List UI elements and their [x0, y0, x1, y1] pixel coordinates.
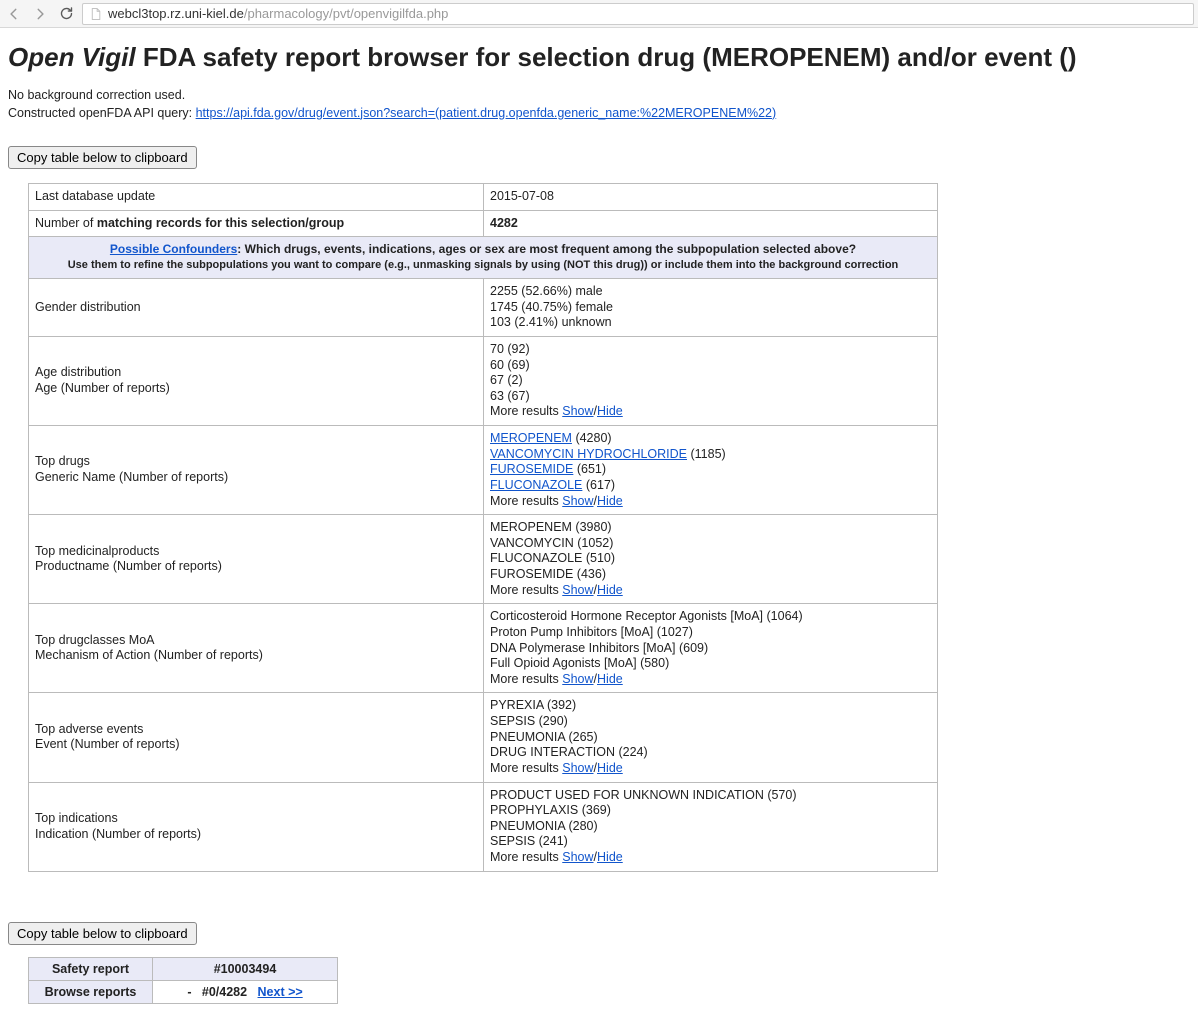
- topmed-hide-link[interactable]: Hide: [597, 583, 623, 597]
- forward-button[interactable]: [30, 4, 50, 24]
- events-label: Top adverse events Event (Number of repo…: [29, 693, 484, 782]
- moa-show-link[interactable]: Show: [562, 672, 593, 686]
- confounders-link[interactable]: Possible Confounders: [110, 242, 237, 256]
- age-show-link[interactable]: Show: [562, 404, 593, 418]
- moa-values: Corticosteroid Hormone Receptor Agonists…: [484, 604, 938, 693]
- row-matching: Number of matching records for this sele…: [29, 210, 938, 237]
- row-indications: Top indications Indication (Number of re…: [29, 782, 938, 871]
- gender-values: 2255 (52.66%) male 1745 (40.75%) female …: [484, 279, 938, 337]
- indications-label: Top indications Indication (Number of re…: [29, 782, 484, 871]
- last-update-label: Last database update: [29, 184, 484, 211]
- row-events: Top adverse events Event (Number of repo…: [29, 693, 938, 782]
- summary-table: Last database update 2015-07-08 Number o…: [28, 183, 938, 872]
- page-content: Open Vigil FDA safety report browser for…: [0, 28, 1198, 1024]
- browse-reports-label: Browse reports: [29, 980, 153, 1003]
- confounders-subtext: Use them to refine the subpopulations yo…: [68, 259, 899, 271]
- topdrugs-hide-link[interactable]: Hide: [597, 494, 623, 508]
- browse-reports-cell: - #0/4282 Next >>: [153, 980, 338, 1003]
- row-gender: Gender distribution 2255 (52.66%) male 1…: [29, 279, 938, 337]
- events-values: PYREXIA (392) SEPSIS (290) PNEUMONIA (26…: [484, 693, 938, 782]
- age-label: Age distribution Age (Number of reports): [29, 336, 484, 425]
- indications-values: PRODUCT USED FOR UNKNOWN INDICATION (570…: [484, 782, 938, 871]
- matching-label: Number of matching records for this sele…: [29, 210, 484, 237]
- browser-toolbar: webcl3top.rz.uni-kiel.de/pharmacology/pv…: [0, 0, 1198, 28]
- confounders-cell: Possible Confounders: Which drugs, event…: [29, 237, 938, 279]
- topmed-show-link[interactable]: Show: [562, 583, 593, 597]
- safety-report-value: #10003494: [153, 957, 338, 980]
- prelude-block: No background correction used. Construct…: [8, 87, 1190, 122]
- url-host: webcl3top.rz.uni-kiel.de: [108, 6, 244, 21]
- safety-report-table: Safety report #10003494 Browse reports -…: [28, 957, 338, 1004]
- drug-link[interactable]: FUROSEMIDE: [490, 462, 573, 476]
- url-path: /pharmacology/pvt/openvigilfda.php: [244, 6, 449, 21]
- gender-label: Gender distribution: [29, 279, 484, 337]
- reload-button[interactable]: [56, 4, 76, 24]
- indications-show-link[interactable]: Show: [562, 850, 593, 864]
- row-age: Age distribution Age (Number of reports)…: [29, 336, 938, 425]
- indications-hide-link[interactable]: Hide: [597, 850, 623, 864]
- page-title: Open Vigil FDA safety report browser for…: [8, 42, 1190, 73]
- copy-table-button-top[interactable]: Copy table below to clipboard: [8, 146, 197, 169]
- last-update-value: 2015-07-08: [484, 184, 938, 211]
- events-hide-link[interactable]: Hide: [597, 761, 623, 775]
- drug-link[interactable]: MEROPENEM: [490, 431, 572, 445]
- copy-table-button-bottom[interactable]: Copy table below to clipboard: [8, 922, 197, 945]
- api-query-link[interactable]: https://api.fda.gov/drug/event.json?sear…: [196, 106, 777, 120]
- page-icon: [89, 7, 102, 21]
- back-button[interactable]: [4, 4, 24, 24]
- matching-value: 4282: [484, 210, 938, 237]
- prelude-no-bg: No background correction used.: [8, 88, 185, 102]
- age-hide-link[interactable]: Hide: [597, 404, 623, 418]
- title-rest: FDA safety report browser for selection …: [136, 42, 1077, 72]
- age-values: 70 (92) 60 (69) 67 (2) 63 (67) More resu…: [484, 336, 938, 425]
- prelude-query-label: Constructed openFDA API query:: [8, 106, 196, 120]
- address-bar[interactable]: webcl3top.rz.uni-kiel.de/pharmacology/pv…: [82, 3, 1194, 25]
- safety-report-label: Safety report: [29, 957, 153, 980]
- row-topmed: Top medicinalproducts Productname (Numbe…: [29, 515, 938, 604]
- row-confounders: Possible Confounders: Which drugs, event…: [29, 237, 938, 279]
- drug-link[interactable]: FLUCONAZOLE: [490, 478, 582, 492]
- topdrugs-show-link[interactable]: Show: [562, 494, 593, 508]
- title-open-vigil: Open Vigil: [8, 42, 136, 72]
- topmed-label: Top medicinalproducts Productname (Numbe…: [29, 515, 484, 604]
- topdrugs-label: Top drugs Generic Name (Number of report…: [29, 426, 484, 515]
- moa-hide-link[interactable]: Hide: [597, 672, 623, 686]
- row-topdrugs: Top drugs Generic Name (Number of report…: [29, 426, 938, 515]
- row-last-update: Last database update 2015-07-08: [29, 184, 938, 211]
- browse-next-link[interactable]: Next >>: [258, 985, 303, 999]
- row-moa: Top drugclasses MoA Mechanism of Action …: [29, 604, 938, 693]
- moa-label: Top drugclasses MoA Mechanism of Action …: [29, 604, 484, 693]
- drug-link[interactable]: VANCOMYCIN HYDROCHLORIDE: [490, 447, 687, 461]
- events-show-link[interactable]: Show: [562, 761, 593, 775]
- topdrugs-values: MEROPENEM (4280) VANCOMYCIN HYDROCHLORID…: [484, 426, 938, 515]
- topmed-values: MEROPENEM (3980) VANCOMYCIN (1052) FLUCO…: [484, 515, 938, 604]
